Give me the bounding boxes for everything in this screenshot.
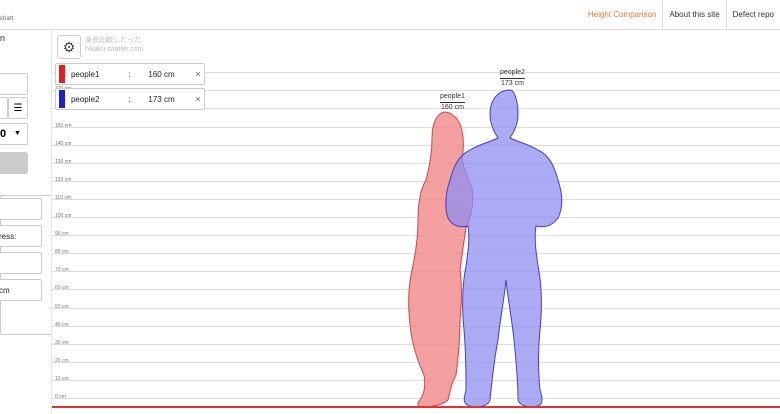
text-field-1[interactable]: [0, 198, 42, 220]
input-fragment[interactable]: [0, 97, 8, 119]
app-root: chart Height Comparison About this site …: [0, 0, 780, 414]
ground-baseline: [52, 406, 780, 408]
top-nav-bar: chart Height Comparison About this site …: [0, 0, 780, 30]
nav-menu: Height Comparison About this site Defect…: [582, 0, 780, 30]
value-select[interactable]: 0 ▼: [0, 123, 28, 145]
silhouettes: [408, 89, 563, 408]
people1-figure-label: people1 160 cm: [440, 92, 465, 113]
add-button[interactable]: [0, 152, 28, 174]
people2-figure-label: people2 173 cm: [500, 68, 525, 89]
unit-label: cm: [0, 286, 10, 295]
text-field-3[interactable]: [0, 252, 42, 274]
settings-panel: n ☰ 0 ▼ ress: cm: [0, 30, 52, 414]
chevron-down-icon: ▼: [14, 130, 21, 137]
figure-name: people2: [500, 69, 525, 76]
nav-about[interactable]: About this site: [662, 0, 725, 30]
nav-defect-report[interactable]: Defect repo: [725, 0, 780, 30]
name-input[interactable]: [0, 73, 28, 95]
panel-heading-fragment: n: [0, 33, 6, 43]
figure-height: 160 cm: [440, 102, 465, 111]
height-chart: 180 cm170 cm160 cm150 cm140 cm130 cm120 …: [52, 30, 780, 414]
select-value: 0: [0, 128, 7, 140]
brand-subtitle: chart: [0, 16, 14, 22]
address-field[interactable]: ress:: [0, 225, 42, 247]
figure-name: people1: [440, 93, 465, 100]
figure-height: 173 cm: [500, 78, 525, 87]
unit-field[interactable]: cm: [0, 279, 42, 301]
nav-height-comparison[interactable]: Height Comparison: [582, 0, 662, 30]
address-label: ress:: [0, 232, 17, 241]
list-icon[interactable]: ☰: [8, 97, 28, 119]
